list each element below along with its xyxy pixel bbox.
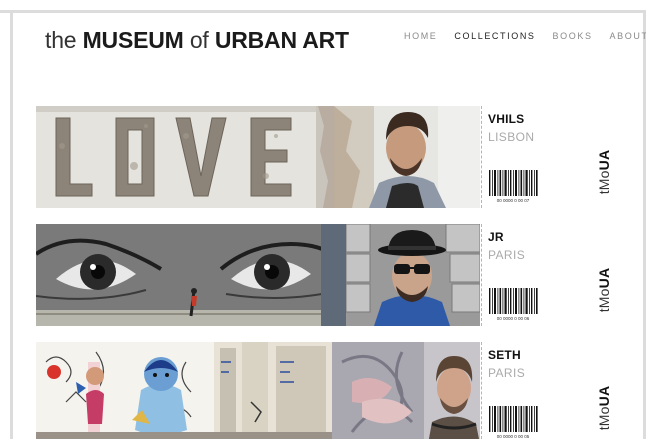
artwork-image-jr[interactable]: [36, 224, 346, 326]
row-divider: [481, 224, 482, 326]
frame-border-left: [10, 10, 13, 439]
artist-city-jr: PARIS: [488, 248, 526, 262]
artist-photo-vhils[interactable]: [334, 106, 480, 208]
tmoua-stamp: tMoUA: [596, 149, 612, 195]
logo-the: the: [45, 27, 77, 53]
logo-museum: MUSEUM: [82, 27, 184, 53]
artist-row-jr[interactable]: JR PARIS 00 0000 0 00 06 tMoUA: [36, 224, 636, 326]
barcode-number-jr: 00 0000 0 00 06: [497, 316, 530, 321]
barcode-icon: 00 0000 0 00 05: [489, 406, 538, 439]
row-divider: [481, 342, 482, 439]
barcode-number-vhils: 00 0000 0 00 07: [497, 198, 530, 203]
artwork-image-vhils[interactable]: [36, 106, 334, 208]
barcode-icon: 00 0000 0 00 06: [489, 288, 538, 321]
artist-name-jr[interactable]: JR: [488, 230, 504, 244]
artist-row-seth[interactable]: SETH PARIS 00 0000 0 00 05 tMoUA: [36, 342, 636, 439]
frame-border-top: [0, 10, 646, 13]
nav-collections[interactable]: COLLECTIONS: [454, 31, 535, 41]
barcode-number-seth: 00 0000 0 00 05: [497, 434, 530, 439]
artist-photo-jr[interactable]: [346, 224, 480, 326]
barcode-icon: 00 0000 0 00 07: [489, 170, 538, 203]
nav-books[interactable]: BOOKS: [553, 31, 593, 41]
site-logo[interactable]: the MUSEUM of URBAN ART: [45, 27, 349, 54]
artist-name-seth[interactable]: SETH: [488, 348, 521, 362]
nav-about[interactable]: ABOUT: [610, 31, 646, 41]
artist-city-vhils: LISBON: [488, 130, 535, 144]
logo-urban-art: URBAN ART: [214, 27, 349, 53]
artist-name-vhils[interactable]: VHILS: [488, 112, 524, 126]
artist-photo-seth[interactable]: [332, 342, 480, 439]
nav-home[interactable]: HOME: [404, 31, 437, 41]
logo-of: of: [189, 27, 209, 53]
artist-city-seth: PARIS: [488, 366, 526, 380]
artist-row-vhils[interactable]: VHILS LISBON 00 0000 0 00 07 tMoUA: [36, 106, 636, 208]
main-nav: HOME COLLECTIONS BOOKS ABOUT: [404, 31, 646, 41]
tmoua-stamp: tMoUA: [596, 385, 612, 431]
artwork-image-seth[interactable]: [36, 342, 332, 439]
tmoua-stamp: tMoUA: [596, 267, 612, 313]
row-divider: [481, 106, 482, 208]
